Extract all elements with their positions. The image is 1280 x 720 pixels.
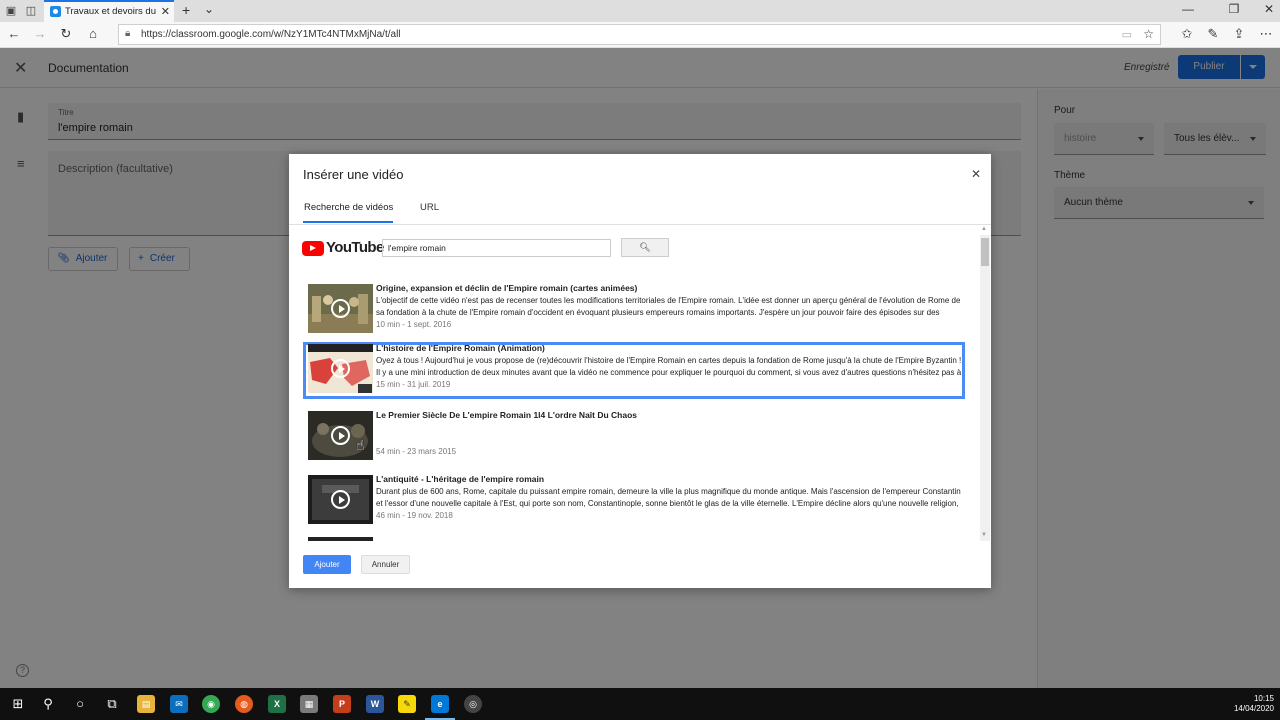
video-description	[376, 422, 963, 446]
video-title: L'histoire de l'Empire Romain (Animation…	[376, 343, 545, 353]
lock-icon: 🔒︎	[125, 28, 131, 39]
video-result-item[interactable]: Origine, expansion et déclin de l'Empire…	[303, 282, 965, 339]
mail-icon[interactable]: ✉	[170, 695, 188, 713]
back-icon[interactable]: ←	[6, 26, 22, 42]
restore-icon[interactable]: ❐	[1227, 2, 1241, 16]
video-search-input[interactable]: l'empire romain	[382, 239, 611, 257]
url-field[interactable]: 🔒︎ https://classroom.google.com/w/NzY1MT…	[118, 24, 1161, 45]
scroll-up-icon[interactable]: ▲	[981, 226, 987, 232]
play-icon	[331, 490, 350, 509]
play-icon	[331, 426, 350, 445]
close-tab-icon[interactable]: ✕	[161, 5, 170, 18]
video-description: L'objectif de cette vidéo n'est pas de r…	[376, 296, 961, 317]
video-meta: 10 min - 1 sept. 2016	[376, 320, 452, 329]
video-title: Le Premier Siècle De L'empire Romain 1l4…	[376, 410, 638, 420]
taskbar-clock[interactable]: 10:15 14/04/2020	[1228, 694, 1274, 714]
video-search-button[interactable]: 🔍︎	[621, 238, 669, 257]
favorite-star-icon[interactable]: ☆	[1143, 27, 1154, 41]
sticky-notes-icon[interactable]: ✎	[398, 695, 416, 713]
browser-tab-title: Travaux et devoirs du cours	[65, 6, 157, 17]
tab-preview-icon[interactable]: ◫	[24, 4, 38, 18]
windows-start-icon[interactable]: ⊞	[8, 694, 28, 714]
word-icon[interactable]: W	[366, 695, 384, 713]
video-results-panel: YouTube l'empire romain 🔍︎ Origine, expa…	[289, 225, 991, 541]
scrollbar-thumb[interactable]	[981, 238, 989, 266]
insert-video-dialog: Insérer une vidéo ✕ Recherche de vidéos …	[289, 154, 991, 588]
add-video-button[interactable]: Ajouter	[303, 555, 351, 574]
notes-icon[interactable]: ✎	[1205, 26, 1221, 42]
close-icon[interactable]: ✕	[971, 167, 981, 181]
video-title: L'antiquité - L'héritage de l'empire rom…	[376, 474, 545, 484]
classroom-favicon-icon	[50, 6, 61, 17]
more-icon[interactable]: ⋯	[1258, 26, 1274, 42]
search-icon[interactable]: ⚲	[38, 694, 58, 714]
search-icon: 🔍︎	[639, 242, 651, 252]
cortana-icon[interactable]: ○	[70, 694, 90, 714]
hand-cursor-icon: ☝	[356, 437, 365, 453]
window-close-icon[interactable]: ✕	[1262, 2, 1276, 16]
youtube-play-icon	[302, 241, 324, 256]
file-explorer-icon[interactable]: ▤	[137, 695, 155, 713]
minimize-icon[interactable]: —	[1181, 2, 1195, 16]
youtube-wordmark: YouTube	[326, 239, 384, 256]
tab-video-search[interactable]: Recherche de vidéos	[304, 202, 393, 213]
reading-view-icon[interactable]: ▭	[1122, 28, 1132, 41]
tab-url[interactable]: URL	[420, 202, 439, 213]
edge-icon[interactable]: e	[425, 695, 455, 720]
chevron-down-icon[interactable]: ⌄	[204, 2, 214, 16]
browser-tab-bar: ▣ ◫ Travaux et devoirs du cours ✕ + ⌄ — …	[0, 0, 1280, 22]
play-icon	[331, 359, 350, 378]
refresh-icon[interactable]: ↻	[58, 26, 74, 42]
video-meta: 15 min - 31 juil. 2019	[376, 380, 451, 389]
video-thumbnail	[308, 475, 373, 524]
url-text: https://classroom.google.com/w/NzY1MTc4N…	[141, 29, 401, 40]
video-result-item-selected[interactable]: L'histoire de l'Empire Romain (Animation…	[303, 342, 965, 399]
browser-tab[interactable]: Travaux et devoirs du cours ✕	[44, 0, 174, 22]
firefox-icon[interactable]: ◍	[235, 695, 253, 713]
clock-date: 14/04/2020	[1233, 704, 1274, 713]
home-icon[interactable]: ⌂	[85, 26, 101, 42]
video-description: Durant plus de 600 ans, Rome, capitale d…	[376, 487, 961, 508]
video-thumbnail	[308, 537, 373, 541]
video-result-item[interactable]: L'antiquité - L'héritage de l'empire rom…	[303, 473, 965, 530]
task-view-icon[interactable]: ⧉	[102, 694, 122, 714]
video-meta: 54 min - 23 mars 2015	[376, 447, 457, 456]
video-meta: 46 min - 19 nov. 2018	[376, 511, 453, 520]
scroll-down-icon[interactable]: ▼	[981, 532, 987, 538]
dialog-title: Insérer une vidéo	[303, 167, 404, 182]
address-bar: ← → ↻ ⌂ 🔒︎ https://classroom.google.com/…	[0, 22, 1280, 48]
play-icon	[331, 299, 350, 318]
active-tab-indicator	[303, 221, 393, 223]
clock-time: 10:15	[1253, 694, 1274, 703]
video-description: Oyez à tous ! Aujourd'hui je vous propos…	[376, 356, 962, 377]
results-scrollbar[interactable]: ▲ ▼	[980, 226, 990, 541]
video-title: Origine, expansion et déclin de l'Empire…	[376, 283, 638, 293]
video-result-item[interactable]: Le Premier Siècle De L'empire Romain 1l4…	[303, 409, 965, 466]
windows-taskbar: ⊞ ⚲ ○ ⧉ ▤ ✉ ◉ ◍ X ▦ P W ✎ e ◎ 10:15 14/0…	[0, 688, 1280, 720]
share-icon[interactable]: ⇪	[1231, 26, 1247, 42]
obs-icon[interactable]: ◎	[464, 695, 482, 713]
powerpoint-icon[interactable]: P	[333, 695, 351, 713]
forward-icon[interactable]: →	[32, 26, 48, 42]
excel-icon[interactable]: X	[268, 695, 286, 713]
video-thumbnail	[308, 284, 373, 333]
calculator-icon[interactable]: ▦	[300, 695, 318, 713]
new-tab-icon[interactable]: +	[182, 2, 190, 18]
chrome-icon[interactable]: ◉	[202, 695, 220, 713]
video-result-item[interactable]	[303, 535, 965, 541]
video-thumbnail	[308, 344, 373, 393]
tab-actions-icon[interactable]: ▣	[4, 4, 18, 18]
favorites-icon[interactable]: ✩	[1179, 26, 1195, 42]
cancel-button[interactable]: Annuler	[361, 555, 410, 574]
